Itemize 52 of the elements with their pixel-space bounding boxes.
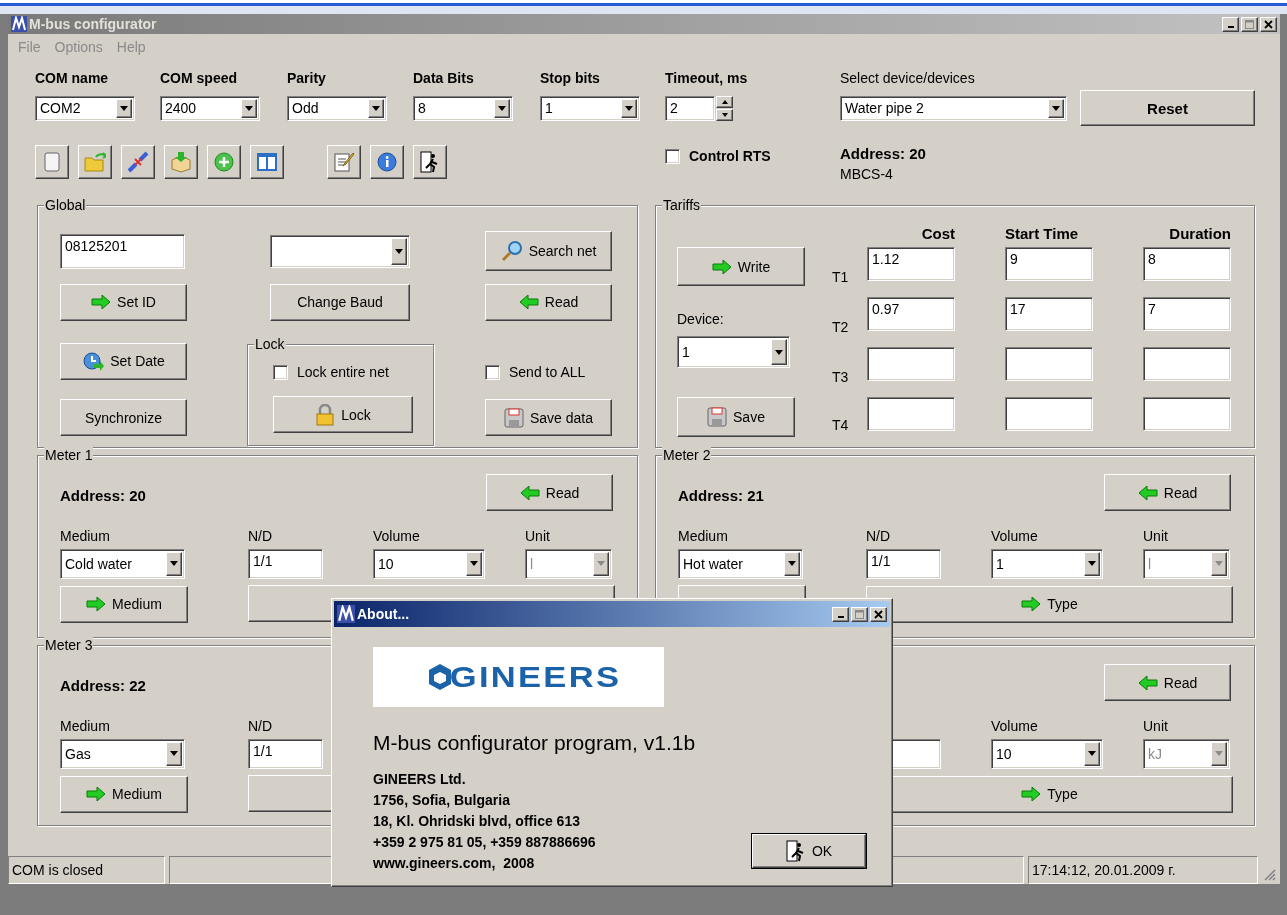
field-label: Medium	[60, 718, 111, 734]
field-label: N/D	[866, 528, 892, 544]
field-label: Volume	[991, 718, 1039, 734]
field-label: Unit	[525, 528, 551, 544]
device-label: Device:	[677, 311, 725, 327]
company-detail: 18, Kl. Ohridski blvd, office 613	[373, 812, 581, 831]
meter-address: Address: 21	[678, 487, 765, 504]
tariff-label: T3	[832, 369, 850, 385]
field-label: Unit	[1143, 718, 1169, 734]
field-label: Volume	[373, 528, 421, 544]
window-title: M-bus configurator	[29, 16, 158, 32]
setting-label: Select device/devices	[840, 70, 976, 86]
company-detail: GINEERS Ltd.	[373, 770, 467, 789]
setting-label: Parity	[287, 70, 327, 86]
device-model: MBCS-4	[840, 166, 894, 182]
tariff-label: T4	[832, 417, 850, 433]
field-label: Medium	[678, 528, 729, 544]
company-logo: GINEERS	[373, 647, 664, 707]
setting-label: Stop bits	[540, 70, 601, 86]
setting-label: Timeout, ms	[665, 70, 749, 86]
group-title: Meter 2	[662, 447, 712, 463]
control-rts-label: Control RTS	[689, 148, 771, 164]
column-header: Start Time	[1005, 224, 1080, 242]
field-label: Medium	[60, 528, 111, 544]
group-title: Tariffs	[662, 197, 702, 213]
field-label: N/D	[248, 528, 274, 544]
field-label: Unit	[1143, 528, 1169, 544]
setting-label: Data Bits	[413, 70, 475, 86]
tariff-label: T1	[832, 269, 850, 285]
group-title: Meter 3	[44, 637, 94, 653]
group-title: Global	[44, 197, 87, 213]
group-title: Lock	[254, 336, 286, 352]
group-title: Meter 1	[44, 447, 94, 463]
company-detail: www.gineers.com, 2008	[373, 854, 536, 873]
meter-address: Address: 20	[60, 487, 147, 504]
send-to-all-label: Send to ALL	[509, 364, 586, 380]
column-header: Cost	[920, 224, 955, 242]
device-address: Address: 20	[840, 145, 927, 162]
field-label: Volume	[991, 528, 1039, 544]
tariff-label: T2	[832, 319, 850, 335]
lock-entire-net-label: Lock entire net	[297, 364, 389, 380]
company-detail: 1756, Sofia, Bulgaria	[373, 791, 511, 810]
program-title: M-bus configurator program, v1.1b	[373, 731, 697, 755]
setting-label: COM name	[35, 70, 110, 86]
field-label: N/D	[248, 718, 274, 734]
company-detail: +359 2 975 81 05, +359 887886696	[373, 833, 596, 852]
column-header: Duration	[1168, 224, 1231, 242]
setting-label: COM speed	[160, 70, 238, 86]
dialog-title: About...	[357, 606, 411, 622]
status-datetime: 17:14:12, 20.01.2009 г.	[1028, 856, 1258, 884]
meter-address: Address: 22	[60, 677, 147, 694]
status-text: COM is closed	[8, 856, 165, 884]
